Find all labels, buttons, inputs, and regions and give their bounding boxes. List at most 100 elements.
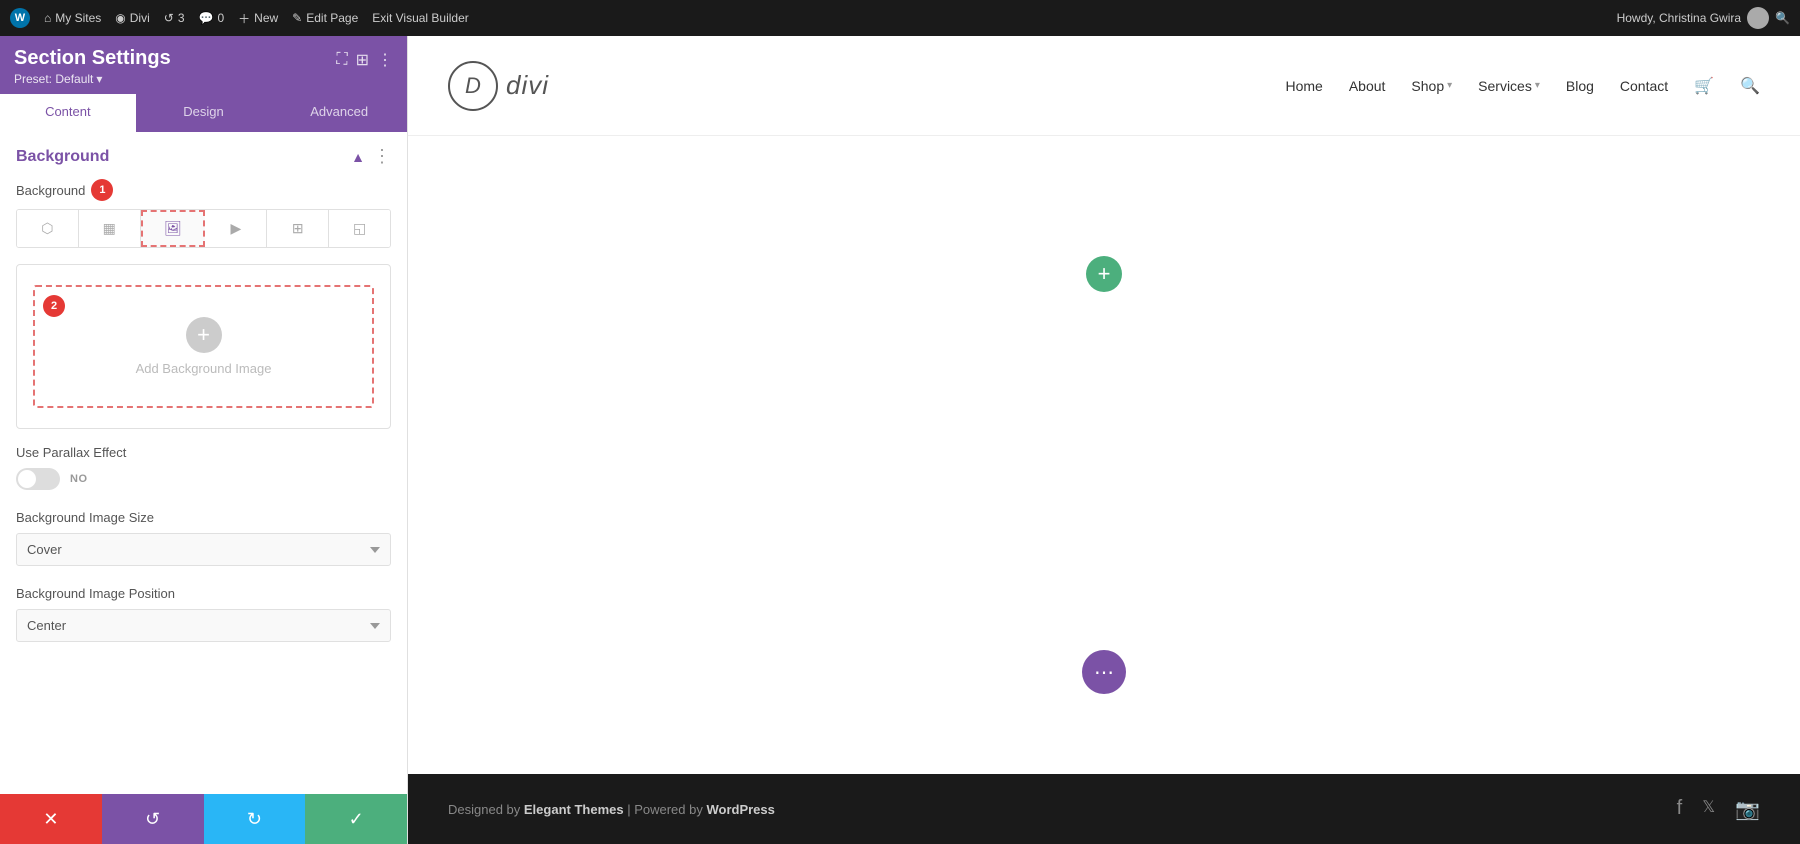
wordpress-icon[interactable]: W — [10, 8, 30, 28]
nav-contact[interactable]: Contact — [1620, 78, 1668, 94]
user-label: Howdy, Christina Gwira — [1617, 11, 1741, 25]
pencil-icon: ✎ — [292, 11, 302, 25]
right-content: D divi Home About Shop ▾ Services ▾ — [408, 36, 1800, 844]
image-size-field-group: Background Image Size Cover Contain Auto — [16, 510, 391, 566]
bg-type-image[interactable]: 🖼 — [141, 210, 206, 247]
background-type-row: ⬡ ▦ 🖼 ▶ ⊞ ◱ — [16, 209, 391, 248]
exit-visual-builder-item[interactable]: Exit Visual Builder — [372, 11, 469, 25]
badge-2: 2 — [43, 295, 65, 317]
redo-button[interactable]: ↻ — [204, 794, 306, 844]
footer-social: f 𝕏 📷 — [1677, 797, 1760, 822]
parallax-toggle-label: NO — [70, 473, 88, 485]
pattern-icon: ⊞ — [292, 220, 304, 237]
image-position-field-group: Background Image Position Center Top Lef… — [16, 586, 391, 642]
home-icon: ⌂ — [44, 11, 51, 25]
image-position-select[interactable]: Center Top Left Top Center Top Right Cen… — [16, 609, 391, 642]
nav-search-icon[interactable]: 🔍 — [1740, 76, 1760, 96]
instagram-icon[interactable]: 📷 — [1735, 797, 1760, 822]
site-logo: D divi — [448, 61, 549, 111]
background-field-label: Background 1 — [16, 179, 391, 201]
section-heading-controls: ▲ ⋮ — [351, 146, 391, 167]
admin-bar-right: Howdy, Christina Gwira 🔍 — [1617, 7, 1790, 29]
services-chevron-icon: ▾ — [1535, 80, 1540, 91]
add-background-image-button[interactable]: 2 + Add Background Image — [33, 285, 374, 408]
nav-shop[interactable]: Shop ▾ — [1411, 78, 1452, 94]
panel-content: Background ▲ ⋮ Background 1 ⬡ ▦ — [0, 132, 407, 794]
bg-type-video[interactable]: ▶ — [205, 210, 267, 247]
plus-icon: ＋ — [238, 10, 250, 27]
preset-chevron-icon: ▾ — [96, 72, 102, 86]
panel-title-area: Section Settings Preset: Default ▾ — [14, 46, 171, 86]
nav-about[interactable]: About — [1349, 78, 1386, 94]
bg-type-gradient[interactable]: ▦ — [79, 210, 141, 247]
nav-home[interactable]: Home — [1285, 78, 1322, 94]
bg-type-pattern[interactable]: ⊞ — [267, 210, 329, 247]
site-header: D divi Home About Shop ▾ Services ▾ — [408, 36, 1800, 136]
panel-header-icons: ⛶ ⊞ ⋮ — [336, 50, 393, 70]
image-size-label: Background Image Size — [16, 510, 391, 525]
fullscreen-icon[interactable]: ⛶ — [336, 51, 347, 69]
section-settings-panel: Section Settings Preset: Default ▾ ⛶ ⊞ ⋮… — [0, 36, 408, 844]
more-options-button[interactable]: ⋯ — [1082, 650, 1126, 694]
panel-preset[interactable]: Preset: Default ▾ — [14, 72, 171, 86]
edit-page-item[interactable]: ✎ Edit Page — [292, 11, 358, 25]
site-nav: Home About Shop ▾ Services ▾ Blog Contac — [1285, 76, 1760, 96]
tab-advanced[interactable]: Advanced — [271, 94, 407, 132]
columns-icon[interactable]: ⊞ — [356, 50, 369, 70]
panel-header: Section Settings Preset: Default ▾ ⛶ ⊞ ⋮ — [0, 36, 407, 94]
image-size-select[interactable]: Cover Contain Auto — [16, 533, 391, 566]
add-plus-icon: + — [186, 317, 222, 353]
more-icon[interactable]: ⋮ — [377, 50, 393, 70]
bg-type-color[interactable]: ⬡ — [17, 210, 79, 247]
section-heading-title: Background — [16, 148, 109, 166]
panel-title: Section Settings — [14, 46, 171, 70]
canvas-area: + ⋯ — [408, 136, 1800, 774]
comments-item[interactable]: 💬 0 — [199, 11, 225, 25]
refresh-item[interactable]: ↺ 3 — [164, 11, 185, 25]
comment-icon: 💬 — [199, 11, 214, 25]
search-icon[interactable]: 🔍 — [1775, 11, 1790, 25]
divi-icon: ◉ — [115, 11, 125, 25]
site-footer: Designed by Elegant Themes | Powered by … — [408, 774, 1800, 844]
nav-blog[interactable]: Blog — [1566, 78, 1594, 94]
nav-services[interactable]: Services ▾ — [1478, 78, 1540, 94]
parallax-toggle[interactable] — [16, 468, 60, 490]
refresh-icon: ↺ — [164, 11, 174, 25]
mask-icon: ◱ — [353, 220, 366, 237]
save-button[interactable]: ✓ — [305, 794, 407, 844]
cart-icon[interactable]: 🛒 — [1694, 76, 1714, 96]
image-upload-area: 2 + Add Background Image — [16, 264, 391, 429]
admin-bar: W ⌂ My Sites ◉ Divi ↺ 3 💬 0 ＋ New ✎ Edit… — [0, 0, 1800, 36]
parallax-label: Use Parallax Effect — [16, 445, 391, 460]
add-section-button[interactable]: + — [1086, 256, 1122, 292]
gradient-icon: ▦ — [103, 220, 116, 237]
background-section-heading: Background ▲ ⋮ — [16, 146, 391, 167]
toggle-row: NO — [16, 468, 391, 490]
video-icon: ▶ — [231, 220, 242, 237]
footer-text: Designed by Elegant Themes | Powered by … — [448, 802, 775, 817]
main-layout: Section Settings Preset: Default ▾ ⛶ ⊞ ⋮… — [0, 36, 1800, 844]
my-sites-item[interactable]: ⌂ My Sites — [44, 11, 101, 25]
badge-1: 1 — [91, 179, 113, 201]
section-more-icon[interactable]: ⋮ — [373, 146, 391, 167]
twitter-icon[interactable]: 𝕏 — [1702, 797, 1715, 822]
parallax-field-group: Use Parallax Effect NO — [16, 445, 391, 490]
bg-type-mask[interactable]: ◱ — [329, 210, 390, 247]
shop-chevron-icon: ▾ — [1447, 80, 1452, 91]
logo-circle: D — [448, 61, 498, 111]
new-item[interactable]: ＋ New — [238, 10, 278, 27]
cancel-button[interactable]: ✕ — [0, 794, 102, 844]
image-position-label: Background Image Position — [16, 586, 391, 601]
tab-content[interactable]: Content — [0, 94, 136, 132]
bottom-action-bar: ✕ ↺ ↻ ✓ — [0, 794, 407, 844]
divi-item[interactable]: ◉ Divi — [115, 11, 149, 25]
facebook-icon[interactable]: f — [1677, 797, 1683, 822]
logo-text: divi — [506, 70, 549, 101]
undo-button[interactable]: ↺ — [102, 794, 204, 844]
add-image-label: Add Background Image — [136, 361, 272, 376]
tab-design[interactable]: Design — [136, 94, 272, 132]
image-icon: 🖼 — [164, 220, 182, 237]
tabs-bar: Content Design Advanced — [0, 94, 407, 132]
color-icon: ⬡ — [41, 220, 53, 237]
collapse-icon[interactable]: ▲ — [351, 149, 365, 165]
